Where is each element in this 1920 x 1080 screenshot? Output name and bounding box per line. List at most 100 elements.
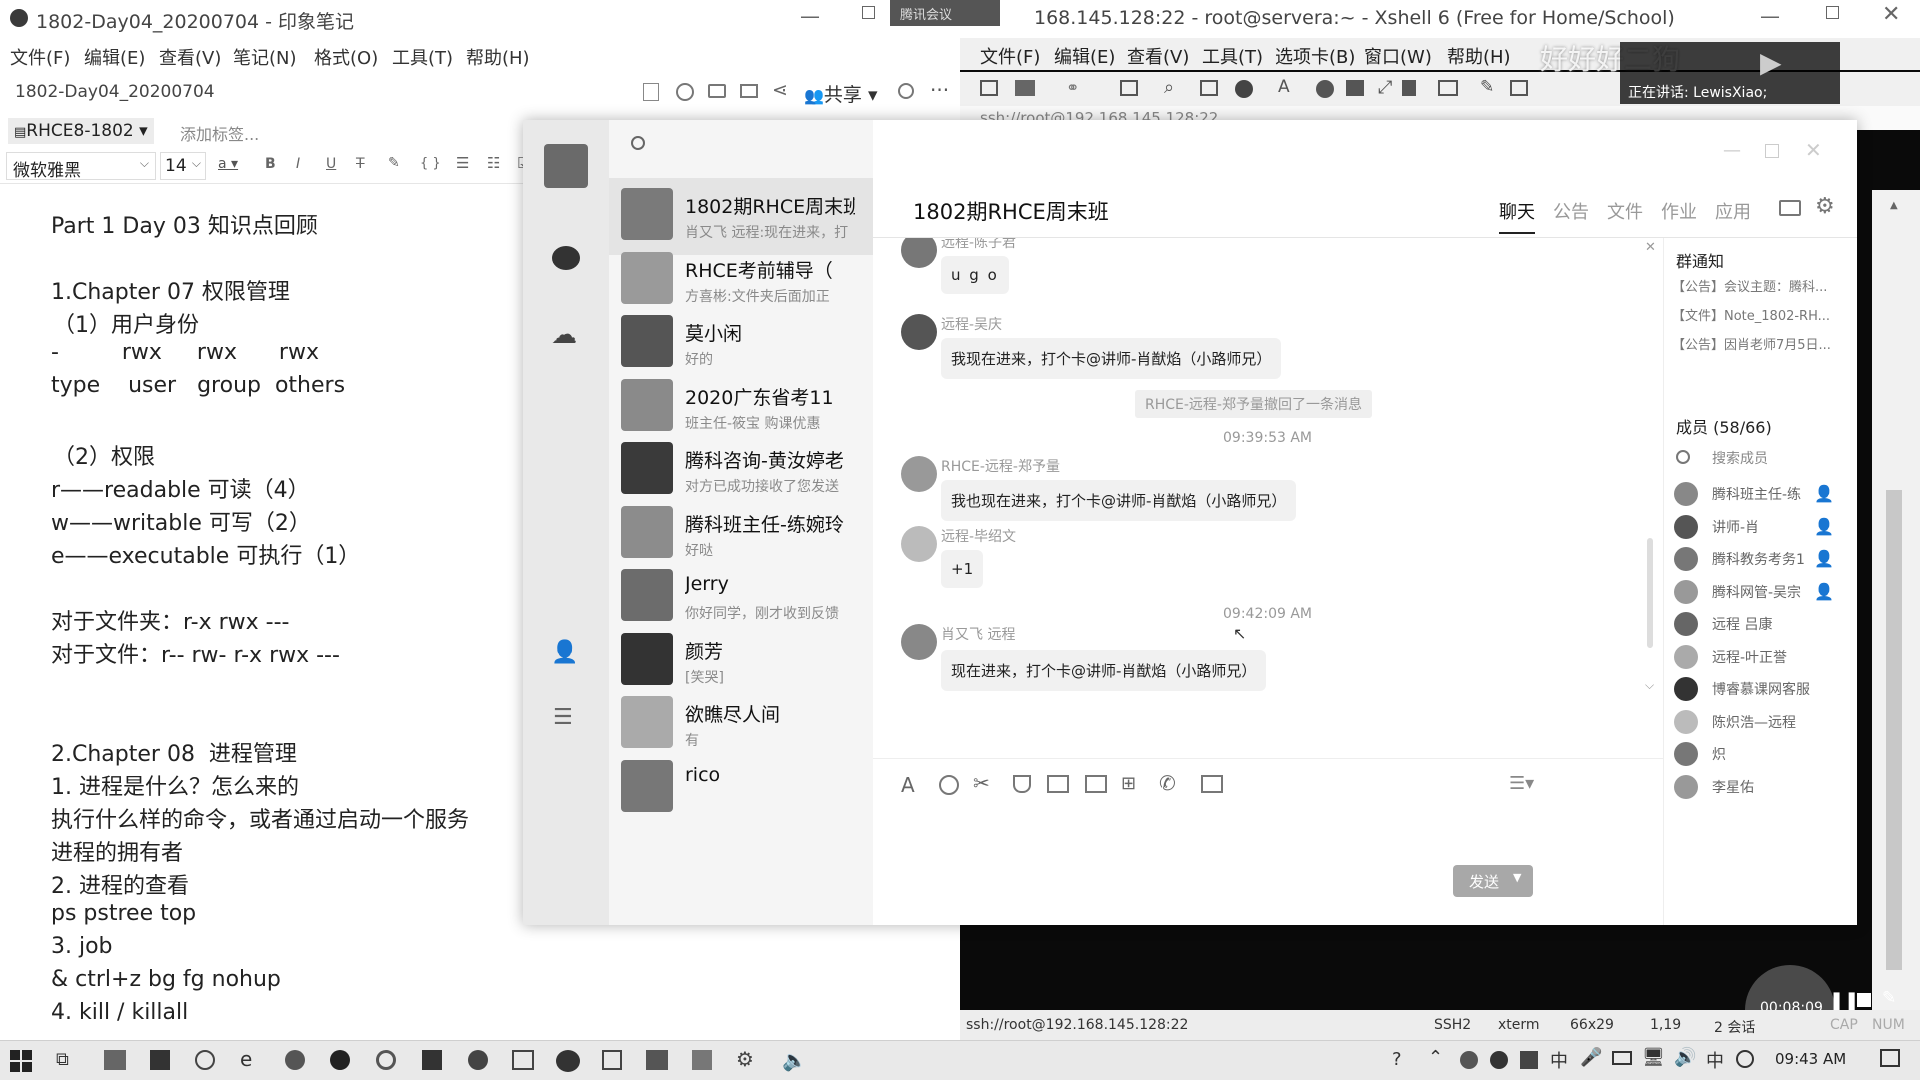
windows-start-icon[interactable] (10, 1050, 32, 1072)
image-viewer-icon[interactable] (692, 1050, 712, 1070)
font-color-icon[interactable]: a ▾ (218, 156, 238, 172)
reminder-icon[interactable] (643, 83, 659, 101)
reconnect-icon[interactable]: ⚭ (1066, 78, 1079, 97)
xftp-task-icon[interactable] (602, 1050, 622, 1070)
meeting-tab[interactable]: 腾讯会议 (890, 0, 1000, 26)
ime-icon[interactable]: 中 (1550, 1047, 1568, 1073)
member-item[interactable]: 博睿慕课网客服 (1674, 673, 1854, 705)
edge-icon[interactable]: e (240, 1047, 252, 1071)
tab-announcement[interactable]: 公告 (1553, 198, 1589, 224)
find-icon[interactable]: ⌕ (1164, 77, 1174, 98)
conversation-item[interactable]: rico (609, 750, 873, 827)
highlight-icon[interactable]: ✎ (388, 155, 400, 171)
add-tag-input[interactable]: 添加标签... (180, 121, 259, 145)
gift-icon[interactable]: ⊞ (1121, 773, 1136, 794)
xshell-task-icon[interactable] (556, 1050, 580, 1072)
screen-share-icon[interactable] (1779, 200, 1801, 216)
minimize-icon[interactable]: — (800, 4, 820, 28)
strikethrough-icon[interactable]: T (356, 156, 365, 172)
message-bubble[interactable]: 我现在进来，打个卡@讲师-肖猷焰（小路师兄） (941, 338, 1282, 379)
volume-icon[interactable]: 🔊 (1674, 1047, 1696, 1068)
minimize-icon[interactable]: — (1760, 4, 1780, 28)
remind-clock-icon[interactable] (676, 83, 694, 101)
font-style-icon[interactable]: A (901, 773, 915, 797)
list-search-bar[interactable] (609, 120, 873, 178)
stop-icon[interactable] (1857, 993, 1871, 1007)
share-link-icon[interactable]: ⋖ (772, 79, 788, 101)
task-view-icon[interactable]: ⧉ (56, 1049, 69, 1070)
app-icon[interactable] (150, 1050, 170, 1070)
member-item[interactable]: 腾科网管-吴宗 👤 (1674, 576, 1854, 608)
monitor-icon[interactable] (512, 1050, 534, 1070)
notebook-selector[interactable]: ▤RHCE8-1802 ▾ (8, 118, 154, 144)
browser-icon[interactable] (195, 1050, 215, 1070)
image-icon[interactable] (1047, 775, 1069, 793)
member-item[interactable]: 远程-叶正誉 (1674, 641, 1854, 673)
tray-expand-icon[interactable]: ⌃ (1428, 1047, 1443, 1068)
notification-app-icon[interactable] (1736, 1050, 1754, 1068)
close-icon[interactable]: ✕ (1805, 138, 1822, 162)
print-icon[interactable] (708, 84, 726, 98)
bullet-list-icon[interactable]: ☰ (456, 154, 469, 172)
tray-app-icon[interactable] (1460, 1051, 1478, 1069)
chrome-icon[interactable] (376, 1050, 396, 1070)
member-item[interactable]: 陈炽浩—远程 (1674, 706, 1854, 738)
notice-item[interactable]: 【公告】会议主题：腾科... (1672, 276, 1827, 295)
scissors-icon[interactable]: ✂ (973, 771, 990, 795)
edit-icon[interactable]: ✎ (1882, 988, 1896, 1008)
menu-help[interactable]: 帮助(H) (466, 44, 530, 70)
maximize-icon[interactable] (1826, 6, 1839, 19)
member-search[interactable]: 搜索成员 (1674, 442, 1854, 474)
calendar-icon[interactable] (1201, 775, 1223, 793)
xs-menu-help[interactable]: 帮助(H) (1447, 43, 1511, 69)
sticker-icon[interactable] (1013, 775, 1031, 793)
note-body[interactable]: Part 1 Day 03 知识点回顾 1.Chapter 07 权限管理 （1… (0, 190, 525, 1040)
notice-item[interactable]: 【文件】Note_1802-RH... (1672, 305, 1830, 324)
file-explorer-icon[interactable] (104, 1050, 126, 1070)
menu-format[interactable]: 格式(O) (314, 44, 378, 70)
taskbar-clock[interactable]: 09:43 AM (1775, 1050, 1846, 1068)
font-family-select[interactable]: 微软雅黑 ⌵ (6, 152, 156, 181)
more-icon[interactable]: ··· (930, 78, 949, 102)
properties-icon[interactable] (1200, 80, 1218, 96)
chevron-down-icon[interactable]: ⌵ (1645, 678, 1654, 693)
scroll-up-icon[interactable]: ▲ (1890, 200, 1898, 211)
member-item[interactable]: 远程 吕康 (1674, 608, 1854, 640)
history-icon[interactable]: ☰▾ (1509, 773, 1534, 794)
send-button[interactable]: 发送 ▼ (1453, 865, 1533, 897)
help-icon[interactable]: ? (1392, 1049, 1402, 1070)
code-icon[interactable]: { } (420, 156, 441, 171)
layout-icon[interactable] (1510, 80, 1528, 96)
menu-tools[interactable]: 工具(T) (392, 44, 453, 70)
xs-menu-tools[interactable]: 工具(T) (1202, 43, 1263, 69)
menu-file[interactable]: 文件(F) (10, 44, 70, 70)
member-item[interactable]: 李星佑 (1674, 771, 1854, 803)
xs-menu-window[interactable]: 窗口(W) (1364, 43, 1432, 69)
user-avatar[interactable] (544, 144, 588, 188)
message-bubble[interactable]: 我也现在进来，打个卡@讲师-肖猷焰（小路师兄） (941, 480, 1297, 521)
tab-homework[interactable]: 作业 (1661, 198, 1697, 224)
battery-icon[interactable] (1612, 1051, 1632, 1065)
evernote-task-icon[interactable] (468, 1050, 488, 1070)
action-center-icon[interactable] (1880, 1049, 1900, 1067)
cloud-icon[interactable]: ☁ (551, 320, 577, 350)
scroll-thumb[interactable] (1886, 490, 1902, 970)
maximize-icon[interactable] (1765, 144, 1779, 158)
phone-icon[interactable]: ✆ (1159, 771, 1176, 795)
menu-note[interactable]: 笔记(N) (233, 44, 297, 70)
message-bubble[interactable]: u g o (941, 256, 1009, 294)
settings-icon[interactable]: ⚙ (736, 1047, 754, 1071)
tray-app-icon[interactable] (1490, 1051, 1508, 1069)
fullscreen-icon[interactable]: ⤢ (1378, 77, 1392, 98)
font-size-select[interactable]: 14 ⌵ (160, 152, 206, 180)
pen-icon[interactable]: ✎ (1480, 77, 1494, 97)
italic-icon[interactable]: I (296, 156, 300, 172)
xs-menu-file[interactable]: 文件(F) (980, 43, 1040, 69)
xs-menu-view[interactable]: 查看(V) (1127, 43, 1189, 69)
input-method-icon[interactable]: 中 (1706, 1047, 1724, 1073)
message-bubble[interactable]: 现在进来，打个卡@讲师-肖猷焰（小路师兄） (941, 650, 1267, 691)
tab-chat[interactable]: 聊天 (1499, 198, 1535, 234)
numbered-list-icon[interactable]: ☷ (487, 154, 500, 172)
xs-menu-edit[interactable]: 编辑(E) (1054, 43, 1115, 69)
member-item[interactable]: 腾科教务考务1 👤 (1674, 543, 1854, 575)
